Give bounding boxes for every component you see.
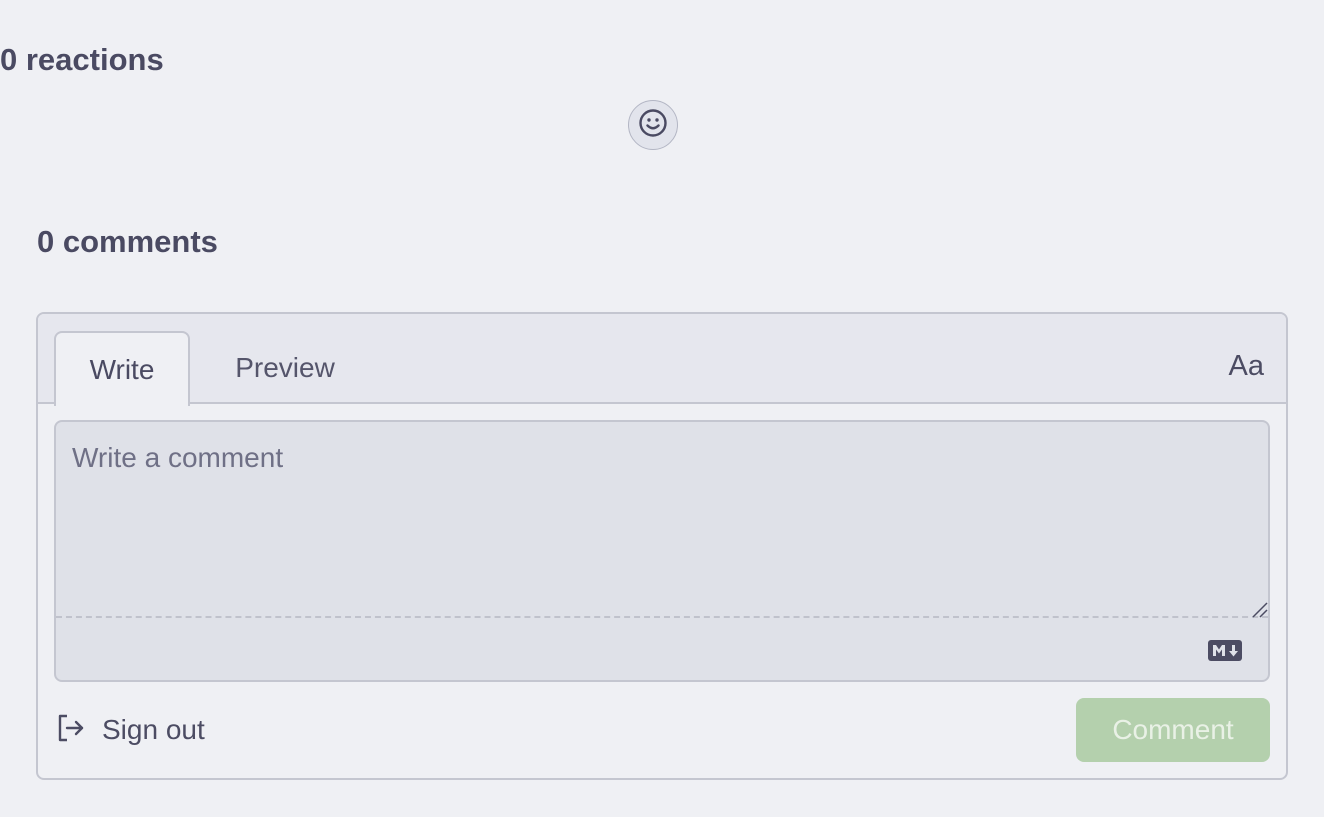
comments-count-title: 0 comments <box>37 224 218 259</box>
font-toggle-button[interactable]: Aa <box>1229 346 1264 386</box>
add-reaction-button[interactable] <box>628 100 678 150</box>
reactions-count-title: 0 reactions <box>0 42 164 77</box>
comment-input-container: Write a comment <box>54 420 1270 682</box>
comment-editor: Write Preview Aa Write a comment Sign ou… <box>36 312 1288 780</box>
smiley-face-icon <box>637 107 669 144</box>
tab-preview[interactable]: Preview <box>210 331 360 404</box>
comment-textarea[interactable]: Write a comment <box>56 422 1268 618</box>
submit-comment-button[interactable]: Comment <box>1076 698 1270 762</box>
markdown-icon <box>1208 640 1242 661</box>
editor-tabbar: Write Preview Aa <box>38 314 1286 406</box>
resize-handle-icon[interactable] <box>1250 600 1268 618</box>
sign-out-label: Sign out <box>102 714 205 745</box>
sign-out-icon <box>56 713 86 748</box>
sign-out-button[interactable]: Sign out <box>56 710 205 750</box>
tab-write[interactable]: Write <box>54 331 190 406</box>
